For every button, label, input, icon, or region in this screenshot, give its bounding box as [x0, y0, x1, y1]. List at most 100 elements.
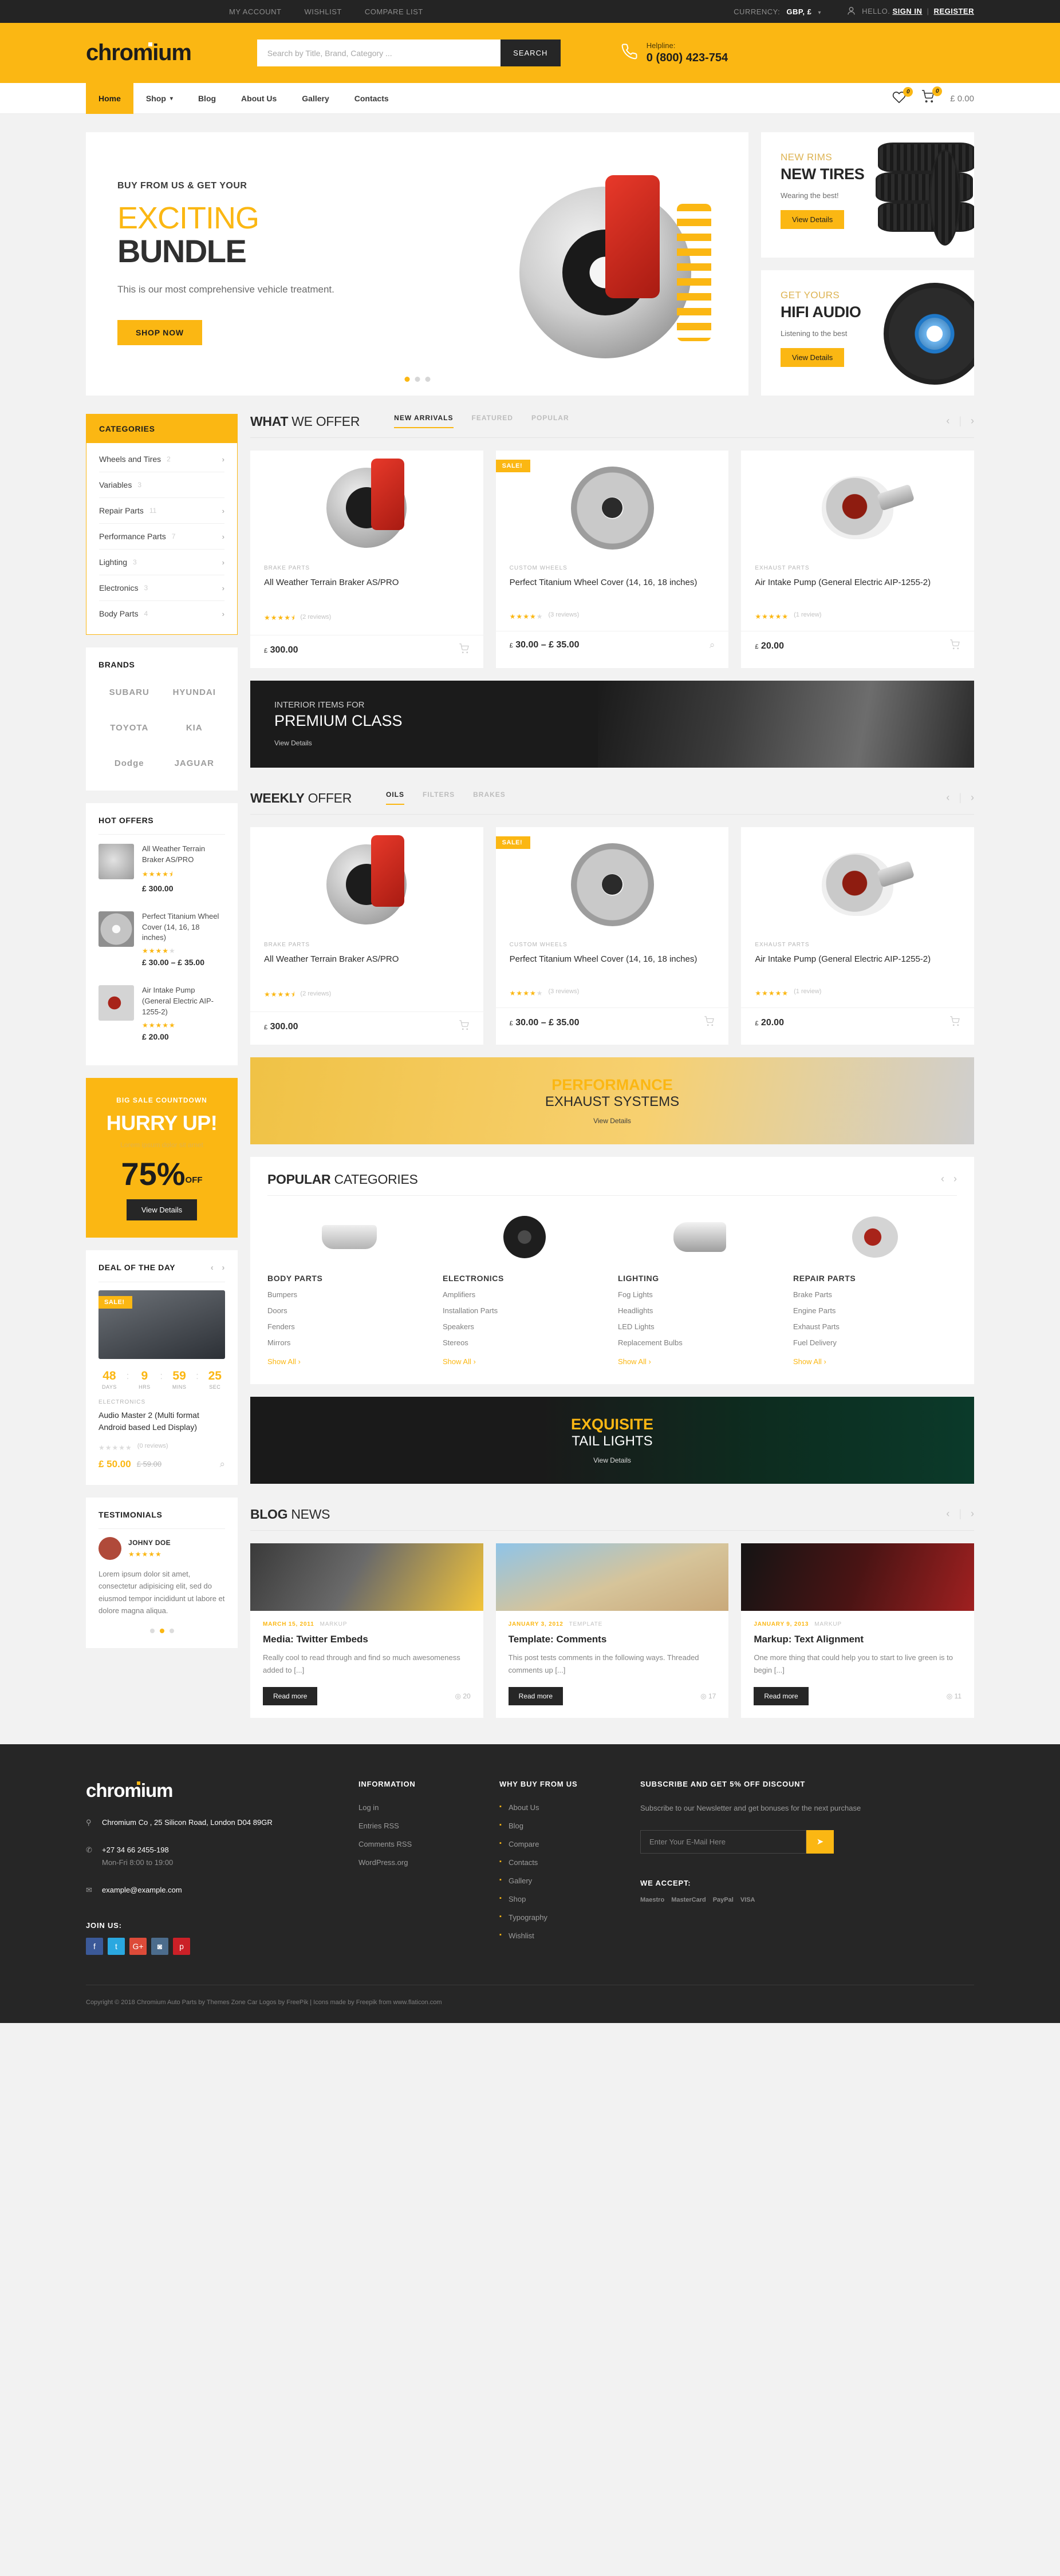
product-name[interactable]: Air Intake Pump (General Electric AIP-12…	[755, 576, 960, 602]
category-link[interactable]: Amplifiers	[443, 1290, 606, 1299]
prev-arrow-icon[interactable]: ‹	[946, 1508, 949, 1520]
blog-card[interactable]: MARCH 15, 2011 MARKUP Media: Twitter Embe…	[250, 1543, 483, 1718]
category-link[interactable]: Fuel Delivery	[793, 1338, 957, 1347]
slider-dot-2[interactable]	[415, 377, 420, 382]
next-arrow-icon[interactable]: ›	[971, 1508, 974, 1520]
tab-filters[interactable]: FILTERS	[423, 791, 455, 805]
cart-button[interactable]: 0	[921, 86, 943, 107]
nav-item-about-us[interactable]: About Us	[228, 83, 289, 114]
product-card[interactable]: EXHAUST PARTS Air Intake Pump (General E…	[741, 827, 975, 1045]
google-plus-icon[interactable]: G+	[129, 1937, 147, 1955]
add-to-cart-icon[interactable]	[949, 639, 960, 653]
hero-slider-dots[interactable]	[404, 377, 430, 382]
prev-arrow-icon[interactable]: ‹	[211, 1263, 214, 1273]
blog-title[interactable]: Media: Twitter Embeds	[263, 1634, 471, 1645]
twitter-icon[interactable]: t	[108, 1937, 125, 1955]
nav-item-contacts[interactable]: Contacts	[342, 83, 401, 114]
blog-card[interactable]: JANUARY 3, 2012 TEMPLATE Template: Commen…	[495, 1543, 729, 1718]
product-name[interactable]: Air Intake Pump (General Electric AIP-12…	[755, 953, 960, 979]
category-item-body-parts[interactable]: Body Parts 4 ›	[99, 601, 224, 626]
category-link[interactable]: Speakers	[443, 1322, 606, 1331]
show-all-link[interactable]: Show All ›	[267, 1357, 301, 1366]
brand-logo-jaguar[interactable]: JAGUAR	[164, 748, 226, 778]
deal-product-name[interactable]: Audio Master 2 (Multi format Android bas…	[98, 1409, 225, 1433]
nav-item-blog[interactable]: Blog	[186, 83, 228, 114]
category-link[interactable]: Bumpers	[267, 1290, 431, 1299]
add-to-cart-icon[interactable]	[459, 643, 470, 657]
category-item-variables[interactable]: Variables 3	[99, 472, 224, 498]
blog-title[interactable]: Markup: Text Alignment	[754, 1634, 962, 1645]
topbar-link-wishlist[interactable]: WISHLIST	[304, 7, 341, 16]
product-name[interactable]: All Weather Terrain Braker AS/PRO	[264, 953, 470, 979]
product-card[interactable]: BRAKE PARTS All Weather Terrain Braker A…	[250, 827, 483, 1045]
product-name[interactable]: Perfect Titanium Wheel Cover (14, 16, 18…	[510, 576, 715, 602]
show-all-link[interactable]: Show All ›	[618, 1357, 651, 1366]
quick-view-icon[interactable]: ⌕	[710, 639, 715, 651]
category-link[interactable]: Engine Parts	[793, 1306, 957, 1315]
add-to-cart-icon[interactable]	[459, 1020, 470, 1033]
next-arrow-icon[interactable]: ›	[971, 415, 974, 427]
site-logo[interactable]: chromium	[86, 40, 192, 66]
hot-offer-item[interactable]: Air Intake Pump (General Electric AIP-12…	[98, 976, 225, 1050]
promo-view-details-button[interactable]: View Details	[781, 210, 845, 229]
show-all-link[interactable]: Show All ›	[443, 1357, 476, 1366]
brand-logo-toyota[interactable]: TOYOTA	[98, 713, 160, 742]
banner-view-details-link[interactable]: View Details	[274, 739, 312, 747]
hot-offer-item[interactable]: Perfect Titanium Wheel Cover (14, 16, 18…	[98, 902, 225, 977]
quick-view-icon[interactable]: ⌕	[219, 1459, 225, 1470]
hot-offer-item[interactable]: All Weather Terrain Braker AS/PRO ★★★★⯨ …	[98, 835, 225, 902]
blog-card[interactable]: JANUARY 9, 2013 MARKUP Markup: Text Align…	[741, 1543, 975, 1718]
testimonial-dots[interactable]	[98, 1628, 225, 1633]
testimonial-dot-1[interactable]	[149, 1628, 155, 1633]
category-link[interactable]: Headlights	[618, 1306, 782, 1315]
product-name[interactable]: Perfect Titanium Wheel Cover (14, 16, 18…	[510, 953, 715, 979]
category-item-repair-parts[interactable]: Repair Parts 11 ›	[99, 498, 224, 524]
testimonial-dot-2[interactable]	[159, 1628, 164, 1633]
tab-featured[interactable]: FEATURED	[472, 414, 513, 428]
promo-view-details-button[interactable]: View Details	[781, 348, 845, 367]
slider-dot-1[interactable]	[404, 377, 409, 382]
currency-selector[interactable]: CURRENCY: GBP, £ ▾	[734, 7, 821, 16]
product-name[interactable]: All Weather Terrain Braker AS/PRO	[264, 576, 470, 602]
blog-title[interactable]: Template: Comments	[509, 1634, 716, 1645]
newsletter-email-input[interactable]	[640, 1830, 806, 1854]
category-link[interactable]: Fenders	[267, 1322, 431, 1331]
promo-banner-audio[interactable]: GET YOURS HIFI AUDIO Listening to the be…	[761, 270, 974, 396]
add-to-cart-icon[interactable]	[704, 1016, 715, 1029]
prev-arrow-icon[interactable]: ‹	[946, 792, 949, 804]
hero-slider[interactable]: BUY FROM US & GET YOUR EXCITING BUNDLE T…	[86, 132, 748, 396]
banner-view-details-link[interactable]: View Details	[593, 1117, 631, 1125]
category-link[interactable]: Fog Lights	[618, 1290, 782, 1299]
banner-view-details-link[interactable]: View Details	[593, 1456, 631, 1464]
promo-banner-tires[interactable]: NEW RIMS NEW TIRES Wearing the best! Vie…	[761, 132, 974, 258]
search-input[interactable]	[257, 39, 501, 66]
banner-tail-lights[interactable]: EXQUISITE TAIL LIGHTS View Details	[250, 1397, 974, 1484]
next-arrow-icon[interactable]: ›	[953, 1173, 957, 1185]
product-card[interactable]: SALE! CUSTOM WHEELS Perfect Titanium Whe…	[495, 827, 729, 1045]
show-all-link[interactable]: Show All ›	[793, 1357, 826, 1366]
category-item-lighting[interactable]: Lighting 3 ›	[99, 550, 224, 575]
instagram-icon[interactable]: ◙	[151, 1937, 168, 1955]
category-link[interactable]: Mirrors	[267, 1338, 431, 1347]
register-link[interactable]: REGISTER	[934, 7, 974, 15]
brand-logo-kia[interactable]: KIA	[164, 713, 226, 742]
pinterest-icon[interactable]: p	[173, 1937, 190, 1955]
category-link[interactable]: Doors	[267, 1306, 431, 1315]
product-card[interactable]: BRAKE PARTS All Weather Terrain Braker A…	[250, 451, 483, 668]
brand-logo-hyundai[interactable]: HYUNDAI	[164, 677, 226, 707]
newsletter-submit-button[interactable]: ➤	[806, 1830, 834, 1854]
nav-item-shop[interactable]: Shop ▾	[133, 83, 186, 114]
tab-new-arrivals[interactable]: NEW ARRIVALS	[394, 414, 454, 428]
sign-in-link[interactable]: SIGN IN	[892, 7, 922, 15]
nav-item-home[interactable]: Home	[86, 83, 133, 114]
sale-countdown-banner[interactable]: BIG SALE COUNTDOWN HURRY UP! Lorem ipsum…	[86, 1077, 238, 1238]
sale-view-details-button[interactable]: View Details	[126, 1199, 198, 1220]
hero-shop-now-button[interactable]: SHOP NOW	[117, 319, 202, 345]
banner-performance-exhaust[interactable]: PERFORMANCE EXHAUST SYSTEMS View Details	[250, 1057, 974, 1144]
tab-popular[interactable]: POPULAR	[531, 414, 569, 428]
facebook-icon[interactable]: f	[86, 1937, 103, 1955]
topbar-link-my-account[interactable]: MY ACCOUNT	[229, 7, 281, 16]
prev-arrow-icon[interactable]: ‹	[946, 415, 949, 427]
category-link[interactable]: Stereos	[443, 1338, 606, 1347]
brand-logo-dodge[interactable]: Dodge	[98, 748, 160, 778]
